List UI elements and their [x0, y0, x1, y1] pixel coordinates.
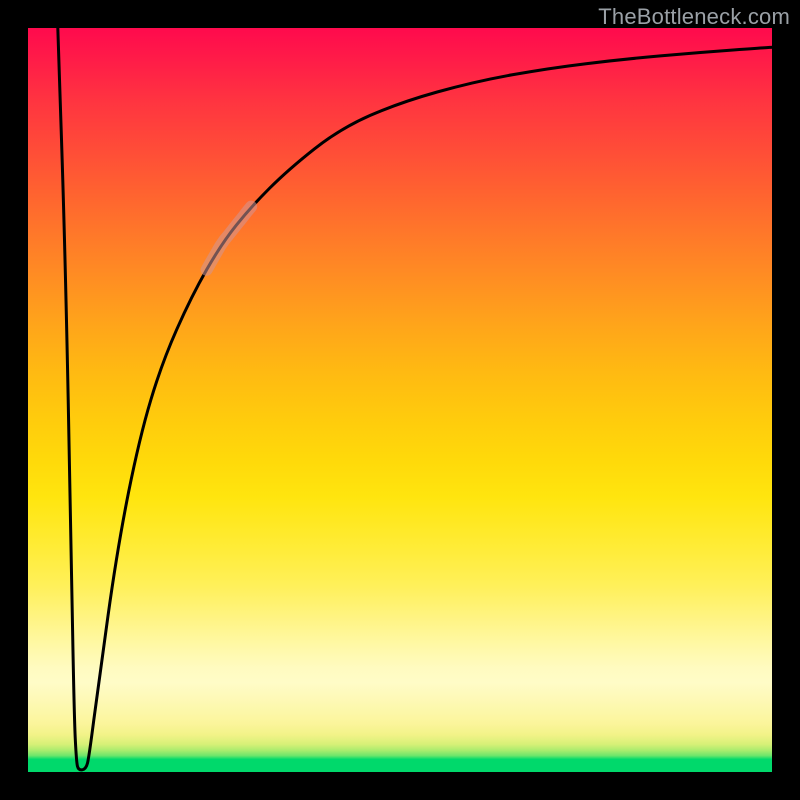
plot-area: [28, 28, 772, 772]
highlight-overlay: [207, 207, 252, 270]
chart-frame: TheBottleneck.com: [0, 0, 800, 800]
watermark-text: TheBottleneck.com: [598, 4, 790, 30]
curve-path: [58, 28, 772, 770]
bottleneck-curve: [28, 28, 772, 772]
